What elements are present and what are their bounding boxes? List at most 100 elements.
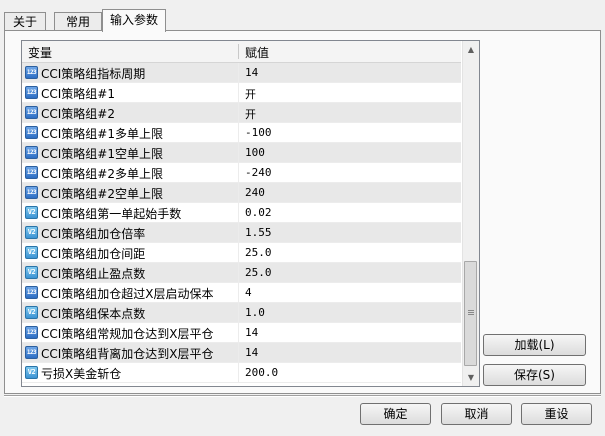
integer-value-icon: 123 <box>25 66 38 79</box>
scroll-up-arrow-icon[interactable]: ▲ <box>463 41 479 58</box>
row-value[interactable]: 25.0 <box>245 266 272 279</box>
integer-value-icon: 123 <box>25 326 38 339</box>
integer-value-icon: 123 <box>25 346 38 359</box>
integer-value-icon: 123 <box>25 146 38 159</box>
tab-common[interactable]: 常用 <box>54 12 102 31</box>
table-row[interactable]: V2 CCI策略组第一单起始手数 0.02 <box>22 203 461 223</box>
column-separator <box>238 323 239 343</box>
scroll-thumb[interactable] <box>464 261 477 366</box>
load-button[interactable]: 加载(L) <box>483 334 586 356</box>
row-value[interactable]: 0.02 <box>245 206 272 219</box>
header-value[interactable]: 赋值 <box>245 44 269 61</box>
double-value-icon: V2 <box>25 366 38 379</box>
table-row[interactable]: 123 CCI策略组#1多单上限 -100 <box>22 123 461 143</box>
reset-button[interactable]: 重设 <box>521 403 592 425</box>
table-row[interactable]: V2 CCI策略组加仓倍率 1.55 <box>22 223 461 243</box>
integer-value-icon: 123 <box>25 186 38 199</box>
grid-header: 变量 赋值 <box>22 41 461 63</box>
column-separator <box>238 263 239 283</box>
vertical-scrollbar[interactable]: ▲ ▼ <box>462 41 479 386</box>
ok-button[interactable]: 确定 <box>360 403 431 425</box>
row-variable-name: CCI策略组加仓间距 <box>41 247 146 261</box>
column-separator <box>238 123 239 143</box>
table-row[interactable]: 123 CCI策略组#1空单上限 100 <box>22 143 461 163</box>
double-value-icon: V2 <box>25 266 38 279</box>
table-row[interactable]: V2 CCI策略组保本点数 1.0 <box>22 303 461 323</box>
table-row[interactable]: 123 CCI策略组指标周期 14 <box>22 63 461 83</box>
row-value[interactable]: 1.55 <box>245 226 272 239</box>
row-value[interactable]: -240 <box>245 166 272 179</box>
row-variable-name: 亏损X美金斩仓 <box>41 367 122 381</box>
table-row[interactable]: V2 CCI策略组止盈点数 25.0 <box>22 263 461 283</box>
row-variable-name: CCI策略组保本点数 <box>41 307 146 321</box>
row-variable-name: CCI策略组加仓超过X层启动保本 <box>41 287 214 301</box>
row-value[interactable]: 14 <box>245 346 258 359</box>
column-separator <box>238 363 239 383</box>
scroll-down-arrow-icon[interactable]: ▼ <box>463 369 479 386</box>
column-separator <box>238 203 239 223</box>
row-variable-name: CCI策略组第一单起始手数 <box>41 207 182 221</box>
column-separator <box>238 223 239 243</box>
row-value[interactable]: 25.0 <box>245 246 272 259</box>
row-value[interactable]: -100 <box>245 126 272 139</box>
parameters-grid: 变量 赋值 123 CCI策略组指标周期 14 123 CCI策略组#1 开 123 CCI策… <box>21 40 480 387</box>
inputs-panel: 变量 赋值 123 CCI策略组指标周期 14 123 CCI策略组#1 开 123 CCI策… <box>4 30 601 394</box>
integer-value-icon: 123 <box>25 286 38 299</box>
footer-divider <box>4 395 601 397</box>
integer-value-icon: 123 <box>25 86 38 99</box>
row-value[interactable]: 1.0 <box>245 306 265 319</box>
header-variable[interactable]: 变量 <box>28 44 52 61</box>
row-variable-name: CCI策略组指标周期 <box>41 67 146 81</box>
integer-value-icon: 123 <box>25 126 38 139</box>
table-row[interactable]: 123 CCI策略组背离加仓达到X层平仓 14 <box>22 343 461 363</box>
column-separator <box>238 103 239 123</box>
column-separator <box>238 303 239 323</box>
column-separator <box>238 143 239 163</box>
double-value-icon: V2 <box>25 306 38 319</box>
double-value-icon: V2 <box>25 206 38 219</box>
cancel-button[interactable]: 取消 <box>441 403 512 425</box>
row-value[interactable]: 100 <box>245 146 265 159</box>
tab-inputs[interactable]: 输入参数 <box>102 9 166 32</box>
row-value[interactable]: 开 <box>245 86 256 102</box>
table-row[interactable]: 123 CCI策略组#2多单上限 -240 <box>22 163 461 183</box>
column-separator <box>238 183 239 203</box>
row-value[interactable]: 14 <box>245 326 258 339</box>
grip-icon <box>468 310 474 311</box>
column-separator <box>238 283 239 303</box>
save-button[interactable]: 保存(S) <box>483 364 586 386</box>
column-separator <box>238 243 239 263</box>
row-variable-name: CCI策略组#1多单上限 <box>41 127 163 141</box>
row-value[interactable]: 240 <box>245 186 265 199</box>
table-row[interactable]: V2 亏损X美金斩仓 200.0 <box>22 363 461 383</box>
table-row[interactable]: 123 CCI策略组#2空单上限 240 <box>22 183 461 203</box>
row-variable-name: CCI策略组#1 <box>41 87 115 101</box>
row-variable-name: CCI策略组止盈点数 <box>41 267 146 281</box>
row-variable-name: CCI策略组#1空单上限 <box>41 147 163 161</box>
table-row[interactable]: 123 CCI策略组#1 开 <box>22 83 461 103</box>
row-variable-name: CCI策略组背离加仓达到X层平仓 <box>41 347 214 361</box>
row-value[interactable]: 开 <box>245 106 256 122</box>
double-value-icon: V2 <box>25 226 38 239</box>
row-value[interactable]: 4 <box>245 286 252 299</box>
table-row[interactable]: 123 CCI策略组#2 开 <box>22 103 461 123</box>
row-variable-name: CCI策略组#2 <box>41 107 115 121</box>
table-row[interactable]: V2 CCI策略组加仓间距 25.0 <box>22 243 461 263</box>
table-row[interactable]: 123 CCI策略组常规加仓达到X层平仓 14 <box>22 323 461 343</box>
row-value[interactable]: 14 <box>245 66 258 79</box>
column-separator <box>238 343 239 363</box>
row-variable-name: CCI策略组#2空单上限 <box>41 187 163 201</box>
column-separator <box>238 83 239 103</box>
integer-value-icon: 123 <box>25 166 38 179</box>
row-value[interactable]: 200.0 <box>245 366 278 379</box>
column-separator <box>238 163 239 183</box>
row-variable-name: CCI策略组常规加仓达到X层平仓 <box>41 327 214 341</box>
row-variable-name: CCI策略组加仓倍率 <box>41 227 146 241</box>
table-row[interactable]: 123 CCI策略组加仓超过X层启动保本 4 <box>22 283 461 303</box>
integer-value-icon: 123 <box>25 106 38 119</box>
tab-about[interactable]: 关于 <box>4 12 46 31</box>
column-separator <box>238 63 239 83</box>
row-variable-name: CCI策略组#2多单上限 <box>41 167 163 181</box>
header-separator[interactable] <box>238 44 239 59</box>
double-value-icon: V2 <box>25 246 38 259</box>
